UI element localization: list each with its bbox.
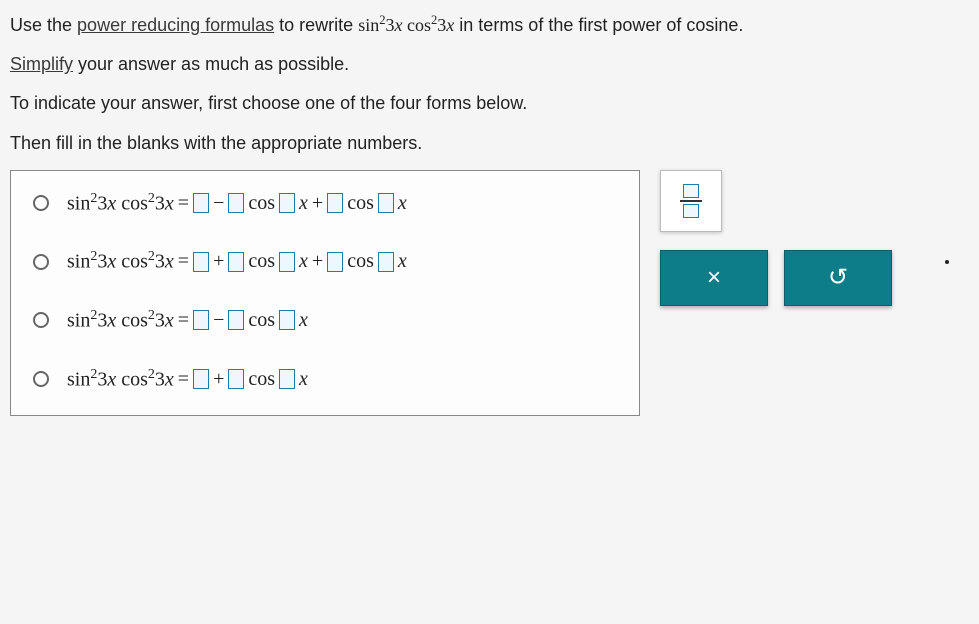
radio-1[interactable] — [33, 195, 49, 211]
cos: cos — [248, 250, 275, 273]
options-panel: sin23x cos23x = − cos x + cos x sin23x c… — [10, 170, 640, 417]
equals: = — [178, 192, 189, 215]
simplify-link[interactable]: Simplify — [10, 54, 73, 74]
equals: = — [178, 368, 189, 391]
power-reducing-formulas-link[interactable]: power reducing formulas — [77, 15, 274, 35]
blank-input[interactable] — [193, 193, 209, 213]
blank-input[interactable] — [327, 193, 343, 213]
blank-input[interactable] — [228, 369, 244, 389]
blank-input[interactable] — [228, 193, 244, 213]
blank-input[interactable] — [193, 369, 209, 389]
cos: cos — [347, 250, 374, 273]
equals: = — [178, 309, 189, 332]
blank-input[interactable] — [279, 369, 295, 389]
radio-2[interactable] — [33, 254, 49, 270]
option-4-expression: sin23x cos23x = + cos x — [67, 367, 308, 392]
x: x — [398, 192, 407, 215]
text: to rewrite — [274, 15, 358, 35]
instruction-line-1: Use the power reducing formulas to rewri… — [10, 12, 969, 38]
x: x — [398, 250, 407, 273]
x: x — [299, 309, 308, 332]
plus: + — [312, 250, 323, 273]
instruction-line-3: To indicate your answer, first choose on… — [10, 91, 969, 116]
blank-input[interactable] — [228, 252, 244, 272]
blank-input[interactable] — [327, 252, 343, 272]
radio-3[interactable] — [33, 312, 49, 328]
option-1-expression: sin23x cos23x = − cos x + cos x — [67, 191, 407, 216]
plus: + — [213, 250, 224, 273]
option-2[interactable]: sin23x cos23x = + cos x + cos x — [33, 249, 617, 274]
minus: − — [213, 309, 224, 332]
reset-button[interactable]: ↺ — [784, 250, 892, 306]
x: x — [299, 192, 308, 215]
blank-input[interactable] — [378, 193, 394, 213]
decorative-dot — [945, 260, 949, 264]
text: Use the — [10, 15, 77, 35]
x: x — [299, 250, 308, 273]
plus: + — [312, 192, 323, 215]
plus: + — [213, 368, 224, 391]
blank-input[interactable] — [279, 252, 295, 272]
option-2-expression: sin23x cos23x = + cos x + cos x — [67, 249, 407, 274]
minus: − — [213, 192, 224, 215]
cos: cos — [347, 192, 374, 215]
option-4[interactable]: sin23x cos23x = + cos x — [33, 367, 617, 392]
option-3-expression: sin23x cos23x = − cos x — [67, 308, 308, 333]
fraction-icon — [680, 184, 702, 218]
option-3[interactable]: sin23x cos23x = − cos x — [33, 308, 617, 333]
blank-input[interactable] — [193, 252, 209, 272]
instruction-line-4: Then fill in the blanks with the appropr… — [10, 131, 969, 156]
cos: cos — [248, 309, 275, 332]
blank-input[interactable] — [279, 193, 295, 213]
equals: = — [178, 250, 189, 273]
text: in terms of the first power of cosine. — [454, 15, 743, 35]
close-button[interactable]: × — [660, 250, 768, 306]
expression: sin23x cos23x — [358, 15, 454, 35]
fraction-tool-button[interactable] — [660, 170, 722, 232]
blank-input[interactable] — [228, 310, 244, 330]
cos: cos — [248, 368, 275, 391]
blank-input[interactable] — [193, 310, 209, 330]
blank-input[interactable] — [279, 310, 295, 330]
tool-panel: × ↺ — [660, 170, 940, 306]
reset-icon: ↺ — [828, 263, 848, 292]
text: your answer as much as possible. — [73, 54, 349, 74]
radio-4[interactable] — [33, 371, 49, 387]
blank-input[interactable] — [378, 252, 394, 272]
close-icon: × — [707, 264, 721, 292]
instruction-line-2: Simplify your answer as much as possible… — [10, 52, 969, 77]
x: x — [299, 368, 308, 391]
option-1[interactable]: sin23x cos23x = − cos x + cos x — [33, 191, 617, 216]
cos: cos — [248, 192, 275, 215]
